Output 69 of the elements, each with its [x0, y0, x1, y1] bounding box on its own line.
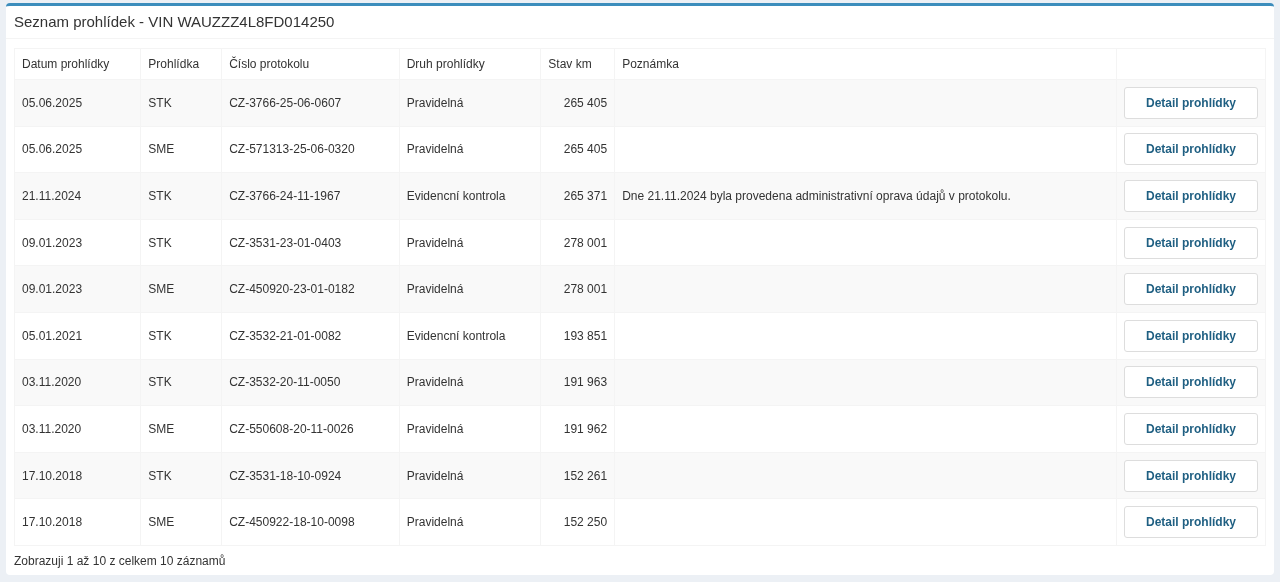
table-cell: CZ-550608-20-11-0026 [229, 421, 354, 436]
panel-title: Seznam prohlídek - VIN WAUZZZ4L8FD014250 [14, 11, 335, 32]
detail-button[interactable]: Detail prohlídky [1124, 412, 1258, 445]
detail-button[interactable]: Detail prohlídky [1124, 180, 1258, 212]
table-cell: STK [148, 189, 172, 203]
column-header: Datum prohlídky [14, 48, 141, 80]
table-cell: CZ-571313-25-06-0320 [229, 142, 355, 157]
table-cell: CZ-3766-24-11-1967 [229, 189, 341, 203]
table-cell: SME [148, 421, 175, 436]
detail-button[interactable]: Detail prohlídky [1124, 86, 1258, 119]
table-cell: CZ-3766-25-06-0607 [229, 95, 342, 110]
table-cell: SME [148, 142, 175, 157]
table-cell: Pravidelná [406, 142, 464, 157]
table-cell: CZ-450920-23-01-0182 [229, 282, 355, 297]
table-cell: Pravidelná [406, 95, 464, 110]
table-cell: 191 962 [563, 421, 608, 436]
table-cell: 193 851 [563, 328, 608, 343]
table-cell: Pravidelná [406, 468, 464, 483]
table-cell: CZ-3532-20-11-0050 [229, 375, 341, 390]
table-cell: 17.10.2018 [22, 468, 83, 483]
column-header: Druh prohlídky [399, 48, 541, 80]
column-header: Prohlídka [140, 48, 222, 80]
table-cell: STK [148, 235, 172, 250]
table-cell: Pravidelná [406, 421, 464, 436]
table-cell: 152 261 [563, 468, 608, 483]
detail-button[interactable]: Detail prohlídky [1124, 366, 1258, 399]
table-cell: 05.06.2025 [22, 95, 83, 110]
table-cell: 152 250 [563, 515, 608, 530]
table-cell: STK [148, 328, 172, 343]
table-cell: 265 405 [563, 95, 608, 110]
table-cell: 265 405 [563, 142, 608, 157]
table-cell: STK [148, 468, 172, 483]
table-info: Zobrazuji 1 až 10 z celkem 10 záznamů [14, 552, 226, 570]
column-header: Číslo protokolu [221, 48, 400, 80]
table-cell: STK [148, 95, 172, 110]
table-cell: 191 963 [563, 375, 608, 390]
table-cell: Evidencní kontrola [406, 328, 506, 343]
column-header: Poznámka [614, 48, 1117, 80]
table-cell: Pravidelná [406, 375, 464, 390]
table-cell: 03.11.2020 [22, 375, 82, 390]
table-cell: 09.01.2023 [22, 235, 83, 250]
table-cell: CZ-3531-18-10-0924 [229, 468, 342, 483]
table-cell: 09.01.2023 [22, 282, 83, 297]
column-header: Stav km [540, 48, 615, 80]
table-cell: CZ-3531-23-01-0403 [229, 235, 342, 250]
table-cell: 05.06.2025 [22, 142, 83, 157]
table-cell: 278 001 [563, 282, 608, 297]
table-cell: CZ-450922-18-10-0098 [229, 515, 355, 530]
detail-button[interactable]: Detail prohlídky [1124, 506, 1258, 539]
table-cell: CZ-3532-21-01-0082 [229, 328, 342, 343]
table-cell: 05.01.2021 [22, 328, 83, 343]
table-cell: Evidencní kontrola [406, 189, 506, 203]
table-cell: SME [148, 515, 175, 530]
table-cell: 17.10.2018 [22, 515, 83, 530]
table-cell: Pravidelná [406, 235, 464, 250]
table-cell: 278 001 [563, 235, 608, 250]
table-cell: Pravidelná [406, 515, 464, 530]
table-cell: Pravidelná [406, 282, 464, 297]
detail-button[interactable]: Detail prohlídky [1124, 226, 1258, 259]
detail-button[interactable]: Detail prohlídky [1124, 133, 1258, 166]
detail-button[interactable]: Detail prohlídky [1124, 273, 1258, 306]
table-cell: STK [148, 375, 172, 390]
table-cell: 03.11.2020 [22, 421, 82, 436]
table-cell: 265 371 [563, 189, 608, 203]
table-cell: SME [148, 282, 175, 297]
detail-button[interactable]: Detail prohlídky [1124, 319, 1258, 352]
detail-button[interactable]: Detail prohlídky [1124, 459, 1258, 492]
table-cell: Dne 21.11.2024 byla provedena administrativní oprava údajů v protokolu. [622, 189, 1011, 203]
table-cell: 21.11.2024 [22, 189, 82, 203]
